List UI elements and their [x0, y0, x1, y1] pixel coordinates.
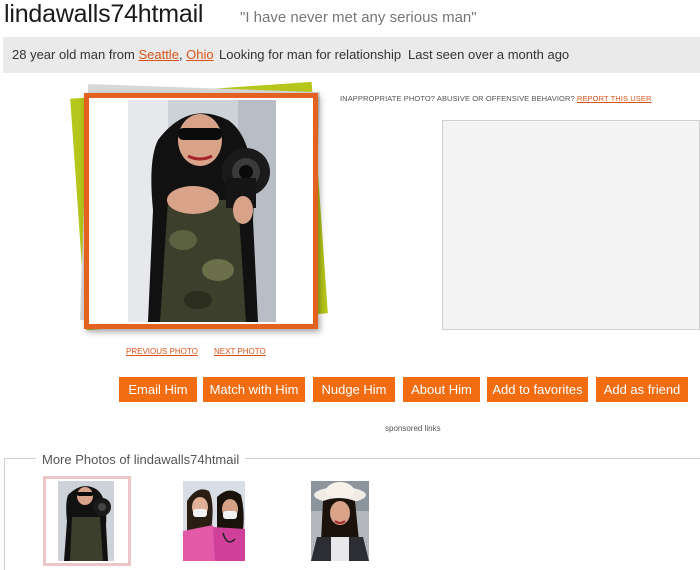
thumbnail-3[interactable]: [311, 481, 369, 561]
state-link[interactable]: Ohio: [186, 47, 213, 62]
add-as-friend-button[interactable]: Add as friend: [596, 377, 688, 402]
next-photo-link[interactable]: NEXT PHOTO: [214, 347, 266, 356]
report-user-link[interactable]: REPORT THIS USER: [577, 94, 652, 103]
thumbnail-2-image: [183, 481, 245, 561]
report-text: INAPPROPRIATE PHOTO? ABUSIVE OR OFFENSIV…: [340, 94, 577, 103]
report-notice: INAPPROPRIATE PHOTO? ABUSIVE OR OFFENSIV…: [340, 94, 651, 103]
ad-placeholder: [442, 120, 700, 330]
nudge-button[interactable]: Nudge Him: [313, 377, 395, 402]
age-text: 28 year old man from: [12, 47, 139, 62]
thumbnail-3-image: [311, 481, 369, 561]
thumbnail-2[interactable]: [183, 481, 245, 561]
sponsored-links-label: sponsored links: [385, 424, 441, 433]
thumbnail-selected[interactable]: [43, 476, 131, 566]
main-photo-frame[interactable]: [84, 93, 318, 329]
last-seen-text: Last seen over a month ago: [408, 47, 570, 62]
profile-username: lindawalls74htmail: [4, 0, 204, 28]
profile-photo-image: [128, 100, 276, 322]
looking-for-text: Looking for man for relationship: [219, 47, 402, 62]
city-link[interactable]: Seattle: [138, 47, 178, 62]
previous-photo-link[interactable]: PREVIOUS PHOTO: [126, 347, 198, 356]
thumbnail-1-image: [58, 481, 114, 561]
email-button[interactable]: Email Him: [119, 377, 197, 402]
about-button[interactable]: About Him: [403, 377, 480, 402]
match-button[interactable]: Match with Him: [203, 377, 305, 402]
profile-info-bar: 28 year old man from Seattle, Ohio Looki…: [3, 37, 700, 73]
profile-tagline: "I have never met any serious man": [240, 9, 477, 26]
more-photos-title: More Photos of lindawalls74htmail: [36, 452, 246, 467]
location-text: 28 year old man from Seattle, Ohio: [12, 47, 214, 62]
thumbnail-1[interactable]: [58, 481, 114, 561]
add-to-favorites-button[interactable]: Add to favorites: [487, 377, 588, 402]
main-profile-photo[interactable]: [128, 100, 276, 322]
